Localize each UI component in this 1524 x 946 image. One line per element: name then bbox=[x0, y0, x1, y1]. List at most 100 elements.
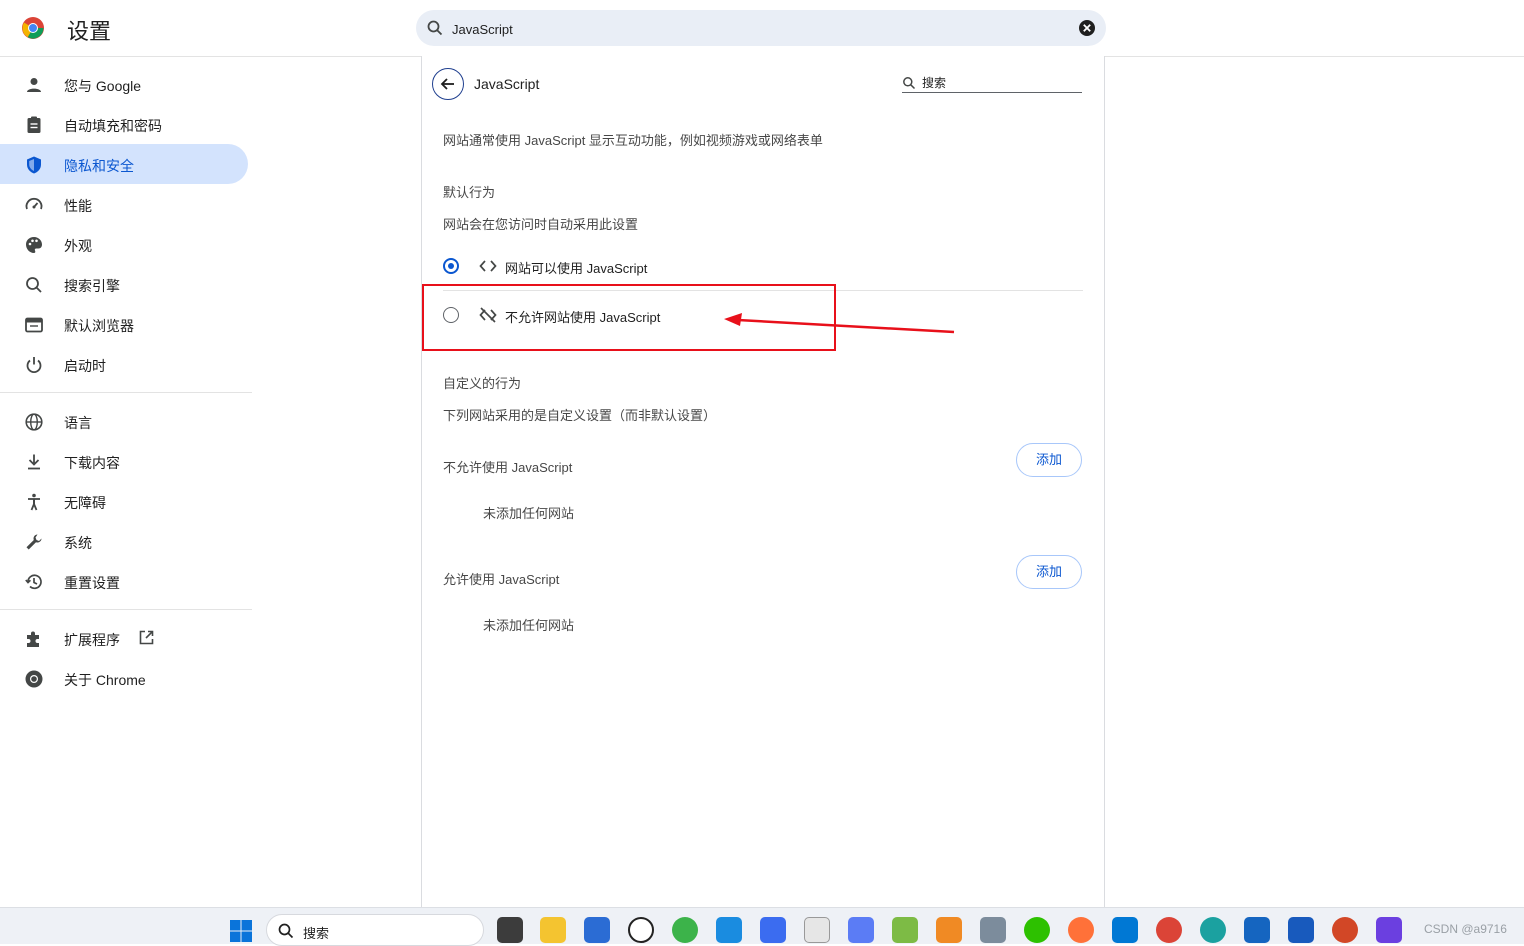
palette-icon bbox=[26, 237, 42, 253]
annotation-arrow bbox=[724, 313, 955, 334]
remote-desktop-icon[interactable] bbox=[980, 917, 1006, 943]
notepad-icon[interactable] bbox=[804, 917, 830, 943]
sidebar-item-reset[interactable]: 重置设置 bbox=[0, 561, 248, 601]
taskbar: 搜索 CSDN @a9716 bbox=[0, 907, 1524, 946]
sidebar-item-privacy[interactable]: 隐私和安全 bbox=[0, 144, 248, 184]
sidebar-item-label: 启动时 bbox=[64, 358, 106, 374]
puzzle-icon bbox=[27, 631, 39, 647]
sidebar-item-languages[interactable]: 语言 bbox=[0, 401, 248, 441]
windows-start-icon[interactable] bbox=[229, 919, 253, 943]
sidebar-item-system[interactable]: 系统 bbox=[0, 521, 248, 561]
sidebar-item-label: 无障碍 bbox=[64, 495, 106, 511]
radio-allow-javascript[interactable] bbox=[443, 258, 459, 274]
word-icon[interactable] bbox=[1288, 917, 1314, 943]
app-title: 设置 bbox=[67, 19, 112, 44]
sidebar-item-autofill[interactable]: 自动填充和密码 bbox=[0, 104, 248, 144]
task-view-icon[interactable] bbox=[497, 917, 523, 943]
shield-icon bbox=[27, 156, 41, 174]
sidebar-item-label: 搜索引擎 bbox=[64, 278, 120, 294]
123-pan-icon[interactable] bbox=[760, 917, 786, 943]
play-icon[interactable] bbox=[716, 917, 742, 943]
store-icon[interactable] bbox=[584, 917, 610, 943]
browser-icon bbox=[25, 317, 43, 333]
person-icon bbox=[27, 78, 41, 92]
back-button[interactable] bbox=[432, 68, 464, 100]
browser-green-icon[interactable] bbox=[672, 917, 698, 943]
add-blocked-site-button[interactable]: 添加 bbox=[1016, 443, 1082, 477]
arrow-left-icon bbox=[440, 78, 454, 90]
wrench-icon bbox=[26, 534, 42, 550]
search-icon bbox=[903, 77, 916, 90]
chrome-icon[interactable] bbox=[1156, 917, 1182, 943]
sidebar: 您与 Google 自动填充和密码 隐私和安全 性能 外观 搜索引擎 默认浏览器… bbox=[0, 56, 252, 907]
clipboard-icon bbox=[27, 116, 41, 133]
power-icon bbox=[26, 357, 42, 374]
settings-search-input[interactable] bbox=[450, 16, 1054, 42]
add-allowed-site-button[interactable]: 添加 bbox=[1016, 555, 1082, 589]
javascript-settings-panel: JavaScript 搜索 网站通常使用 JavaScript 显示互动功能，例… bbox=[421, 56, 1105, 907]
p-app-icon[interactable] bbox=[1244, 917, 1270, 943]
edit-icon[interactable] bbox=[848, 917, 874, 943]
blocked-list-label: 不允许使用 JavaScript bbox=[443, 460, 573, 475]
file-explorer-icon[interactable] bbox=[540, 917, 566, 943]
settings-search-box[interactable] bbox=[416, 10, 1106, 46]
vm-icon[interactable] bbox=[936, 917, 962, 943]
page-title: JavaScript bbox=[474, 76, 540, 92]
default-behavior-heading: 默认行为 bbox=[443, 185, 496, 200]
sidebar-item-label: 隐私和安全 bbox=[64, 158, 134, 174]
sidebar-item-you-and-google[interactable]: 您与 Google bbox=[0, 64, 248, 104]
download-icon bbox=[28, 454, 40, 470]
subpage-search-label: 搜索 bbox=[922, 76, 947, 90]
option-allow-label[interactable]: 网站可以使用 JavaScript bbox=[505, 258, 647, 277]
custom-behavior-subtitle: 下列网站采用的是自定义设置（而非默认设置） bbox=[443, 408, 717, 423]
sidebar-item-label: 系统 bbox=[64, 535, 92, 551]
allowed-list-label: 允许使用 JavaScript bbox=[443, 572, 560, 587]
sidebar-item-label: 下载内容 bbox=[64, 455, 120, 471]
default-behavior-subtitle: 网站会在您访问时自动采用此设置 bbox=[443, 217, 639, 232]
allowed-empty-text: 未添加任何网站 bbox=[483, 618, 575, 633]
sidebar-item-label: 重置设置 bbox=[64, 575, 120, 591]
code-icon bbox=[479, 260, 497, 272]
taskbar-search-label: 搜索 bbox=[303, 926, 330, 941]
taskbar-search[interactable]: 搜索 bbox=[266, 914, 484, 946]
watermark-text: CSDN @a9716 bbox=[1424, 922, 1507, 936]
sidebar-item-label: 外观 bbox=[64, 238, 92, 254]
dell-icon[interactable] bbox=[628, 917, 654, 943]
description-text: 网站通常使用 JavaScript 显示互动功能，例如视频游戏或网络表单 bbox=[443, 133, 823, 148]
subpage-search[interactable]: 搜索 bbox=[902, 74, 1082, 93]
external-link-icon bbox=[139, 630, 154, 645]
speedometer-icon bbox=[25, 197, 43, 210]
sidebar-item-extensions[interactable]: 扩展程序 bbox=[0, 618, 248, 658]
sidebar-item-performance[interactable]: 性能 bbox=[0, 184, 248, 224]
accessibility-icon bbox=[28, 493, 40, 511]
edge-icon[interactable] bbox=[1200, 917, 1226, 943]
search-icon bbox=[278, 923, 294, 939]
globe-icon bbox=[25, 413, 43, 431]
sidebar-item-search-engine[interactable]: 搜索引擎 bbox=[0, 264, 248, 304]
firefox-icon[interactable] bbox=[1068, 917, 1094, 943]
sidebar-item-label: 扩展程序 bbox=[64, 632, 120, 648]
chrome-icon bbox=[25, 670, 43, 688]
sidebar-item-appearance[interactable]: 外观 bbox=[0, 224, 248, 264]
chrome-logo-icon bbox=[22, 17, 44, 39]
thunder-icon[interactable] bbox=[1376, 917, 1402, 943]
search-icon bbox=[26, 277, 42, 293]
sidebar-item-downloads[interactable]: 下载内容 bbox=[0, 441, 248, 481]
sidebar-item-label: 语言 bbox=[64, 415, 92, 431]
top-bar: 设置 bbox=[0, 0, 1524, 57]
custom-behavior-heading: 自定义的行为 bbox=[443, 376, 522, 391]
sidebar-divider bbox=[0, 609, 252, 610]
notepad-plus-icon[interactable] bbox=[892, 917, 918, 943]
sidebar-item-label: 自动填充和密码 bbox=[64, 118, 162, 134]
vscode-icon[interactable] bbox=[1112, 917, 1138, 943]
wechat-icon[interactable] bbox=[1024, 917, 1050, 943]
sidebar-item-default-browser[interactable]: 默认浏览器 bbox=[0, 304, 248, 344]
powerpoint-icon[interactable] bbox=[1332, 917, 1358, 943]
sidebar-item-label: 默认浏览器 bbox=[64, 318, 134, 334]
history-icon bbox=[25, 574, 42, 590]
sidebar-item-on-startup[interactable]: 启动时 bbox=[0, 344, 248, 384]
clear-search-icon[interactable] bbox=[1078, 19, 1096, 37]
sidebar-item-accessibility[interactable]: 无障碍 bbox=[0, 481, 248, 521]
sidebar-divider bbox=[0, 392, 252, 393]
sidebar-item-about-chrome[interactable]: 关于 Chrome bbox=[0, 658, 248, 698]
